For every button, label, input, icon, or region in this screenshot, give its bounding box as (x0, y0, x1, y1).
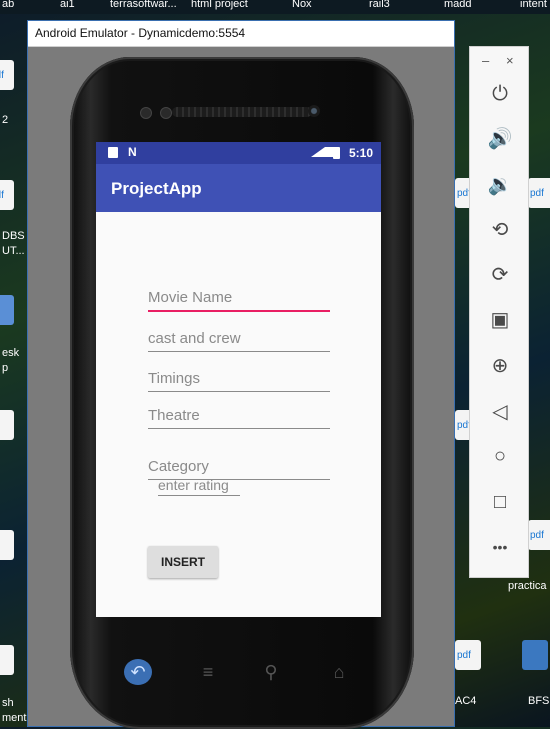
desktop-label: DBS (2, 230, 25, 242)
volume-up-icon[interactable]: 🔊 (485, 124, 515, 154)
pdf-file-icon[interactable] (455, 640, 481, 670)
cast-input[interactable] (148, 327, 330, 349)
desktop-label: p (2, 362, 9, 374)
desktop-label[interactable]: ai1 (60, 0, 75, 10)
file-icon[interactable] (0, 645, 14, 675)
desktop-label[interactable]: madd (444, 0, 472, 10)
cast-field[interactable] (148, 327, 330, 352)
desktop-label[interactable]: rail3 (369, 0, 390, 10)
menu-key-icon[interactable]: ≡ (194, 659, 222, 685)
file-icon[interactable] (0, 410, 14, 440)
power-icon[interactable]: ⏻ (485, 79, 515, 109)
desktop-label[interactable]: terrasoftwar... (110, 0, 177, 10)
app-icon[interactable] (0, 295, 14, 325)
n-notification-icon: N (128, 145, 137, 159)
zoom-icon[interactable]: ⊕ (485, 351, 515, 381)
desktop-label: ab (2, 0, 15, 10)
file-icon[interactable] (0, 530, 14, 560)
movie-name-input[interactable] (148, 286, 330, 308)
app-bar: ProjectApp (96, 164, 381, 212)
desktop-label: BFS (528, 695, 550, 707)
desktop-label: ment (2, 712, 27, 724)
status-bar: N 5:10 (96, 142, 381, 164)
pdf-file-icon[interactable] (528, 178, 550, 208)
android-screen: N 5:10 ProjectApp INSERT (96, 142, 381, 617)
desktop-label: esk (2, 347, 20, 359)
rotate-left-icon[interactable]: ⟲ (485, 215, 515, 245)
insert-button[interactable]: INSERT (148, 546, 218, 578)
status-time: 5:10 (348, 146, 373, 160)
sd-card-icon (108, 147, 118, 158)
timings-field[interactable] (148, 367, 330, 392)
rating-input[interactable] (158, 474, 240, 496)
volume-down-icon[interactable]: 🔉 (485, 170, 515, 200)
more-icon[interactable]: ••• (485, 532, 515, 562)
timings-input[interactable] (148, 367, 330, 389)
rotate-right-icon[interactable]: ⟳ (485, 260, 515, 290)
rating-field[interactable] (158, 474, 240, 496)
theatre-field[interactable] (148, 404, 330, 429)
emulator-side-toolbar: – × ⏻ 🔊 🔉 ⟲ ⟳ ▣ ⊕ ◁ ○ □ ••• (469, 46, 529, 578)
desktop-label: practica (508, 580, 547, 592)
desktop-top-strip: ab ai1 terrasoftwar... html project Nox … (0, 0, 550, 14)
close-button[interactable]: × (506, 53, 514, 68)
movie-name-field[interactable] (148, 286, 330, 312)
back-key-icon[interactable]: ↶ (124, 659, 152, 685)
desktop-label: 2 (2, 114, 9, 126)
back-icon[interactable]: ◁ (485, 397, 515, 427)
pdf-file-icon[interactable] (0, 60, 14, 90)
desktop-label[interactable]: intent (520, 0, 547, 10)
earpiece-speaker (172, 107, 312, 117)
pdf-file-icon[interactable] (528, 520, 550, 550)
desktop-label: UT... (2, 245, 25, 257)
battery-icon (333, 147, 340, 159)
theatre-input[interactable] (148, 404, 330, 426)
sensor-icon (140, 107, 152, 119)
home-key-icon[interactable]: ⌂ (325, 659, 353, 685)
desktop-label[interactable]: Nox (292, 0, 312, 10)
app-title: ProjectApp (111, 179, 202, 198)
window-title: Android Emulator - Dynamicdemo:5554 (35, 26, 246, 40)
home-icon[interactable]: ○ (485, 441, 515, 471)
desktop-label: sh (2, 697, 14, 709)
pdf-file-icon[interactable] (0, 180, 14, 210)
front-camera-icon (308, 105, 320, 117)
phone-nav-keys: ↶ ≡ ⚲ ⌂ (70, 655, 414, 689)
overview-icon[interactable]: □ (485, 487, 515, 517)
camera-icon[interactable]: ▣ (485, 305, 515, 335)
search-key-icon[interactable]: ⚲ (257, 659, 285, 685)
sensor-icon (160, 107, 172, 119)
desktop-label: AC4 (455, 695, 477, 707)
window-titlebar[interactable]: Android Emulator - Dynamicdemo:5554 (28, 21, 454, 47)
minimize-button[interactable]: – (482, 53, 489, 68)
desktop-label[interactable]: html project (191, 0, 248, 10)
python-file-icon[interactable] (522, 640, 548, 670)
